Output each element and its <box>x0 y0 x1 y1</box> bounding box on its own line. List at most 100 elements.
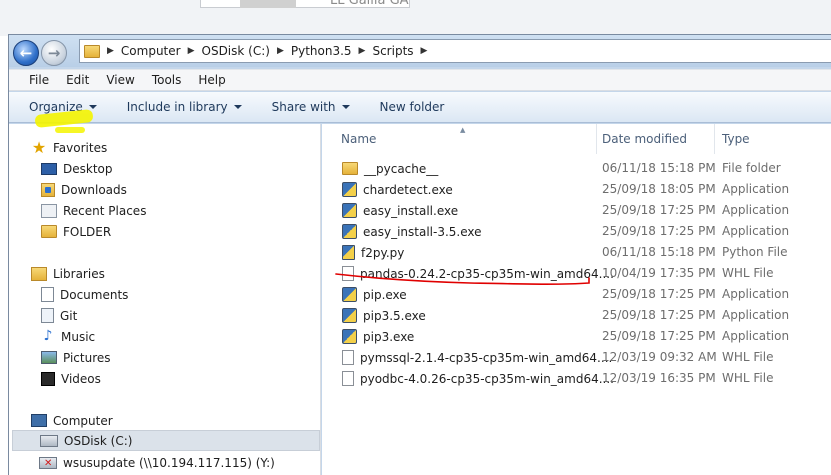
column-header-type-label: Type <box>722 132 750 146</box>
caret-down-icon <box>233 105 242 109</box>
nav-favorites[interactable]: ★ Favorites <box>31 137 107 158</box>
libraries-icon <box>31 266 47 281</box>
file-date: 25/09/18 17:25 PM <box>602 287 716 301</box>
navigation-bar: ← → ▶ Computer ▶ OSDisk (C:) ▶ Python3.5… <box>9 35 831 67</box>
python-exe-icon <box>342 308 357 323</box>
caret-down-icon <box>88 105 97 109</box>
new-folder-label: New folder <box>379 100 445 114</box>
explorer-window: ← → ▶ Computer ▶ OSDisk (C:) ▶ Python3.5… <box>8 34 831 475</box>
nav-item-label: Desktop <box>63 161 113 176</box>
computer-icon <box>31 414 47 427</box>
python-exe-icon <box>342 203 357 218</box>
new-folder-button[interactable]: New folder <box>380 100 445 114</box>
star-icon: ★ <box>31 137 47 157</box>
menu-tools[interactable]: Tools <box>152 73 182 87</box>
chevron-right-icon[interactable]: ▶ <box>359 46 366 56</box>
table-row[interactable]: f2py.py 06/11/18 15:18 PM Python File <box>322 242 831 263</box>
share-with-button[interactable]: Share with <box>272 100 350 114</box>
share-with-label: Share with <box>271 100 336 114</box>
file-date: 25/09/18 17:25 PM <box>602 203 716 217</box>
nav-item-git[interactable]: Git <box>41 305 77 326</box>
nav-item-osdisk[interactable]: OSDisk (C:) <box>12 430 320 451</box>
menu-view[interactable]: View <box>106 73 134 87</box>
arrow-right-icon: → <box>47 44 61 62</box>
pictures-icon <box>41 351 57 364</box>
forward-button[interactable]: → <box>41 40 67 66</box>
column-header-type[interactable]: Type <box>716 124 831 154</box>
file-type: Application <box>722 308 790 322</box>
address-bar[interactable]: ▶ Computer ▶ OSDisk (C:) ▶ Python3.5 ▶ S… <box>79 39 831 63</box>
table-row[interactable]: easy_install-3.5.exe 25/09/18 17:25 PM A… <box>322 221 831 242</box>
yellow-highlight-mark <box>55 127 85 133</box>
column-header-date-modified[interactable]: Date modified <box>596 124 714 154</box>
nav-libraries-label: Libraries <box>53 266 105 281</box>
file-name: pandas-0.24.2-cp35-cp35m-win_amd64.... <box>360 266 614 281</box>
table-row[interactable]: pip3.exe 25/09/18 17:25 PM Application <box>322 326 831 347</box>
file-date: 10/04/19 17:35 PM <box>602 266 716 280</box>
include-in-library-button[interactable]: Include in library <box>127 100 242 114</box>
menu-file[interactable]: File <box>29 73 49 87</box>
python-exe-icon <box>342 329 357 344</box>
chevron-right-icon[interactable]: ▶ <box>107 46 114 56</box>
whl-file-icon <box>342 350 354 365</box>
caret-down-icon <box>341 105 350 109</box>
table-row[interactable]: pip3.5.exe 25/09/18 17:25 PM Application <box>322 305 831 326</box>
table-row[interactable]: easy_install.exe 25/09/18 17:25 PM Appli… <box>322 200 831 221</box>
table-row[interactable]: chardetect.exe 25/09/18 18:05 PM Applica… <box>322 179 831 200</box>
chevron-right-icon[interactable]: ▶ <box>277 46 284 56</box>
column-divider[interactable] <box>714 124 715 154</box>
python-exe-icon <box>342 224 357 239</box>
nav-libraries[interactable]: Libraries <box>31 263 105 284</box>
nav-item-wsusupdate[interactable]: wsusupdate (\\10.194.117.115) (Y:) <box>39 452 275 473</box>
table-row[interactable]: pip.exe 25/09/18 17:25 PM Application <box>322 284 831 305</box>
file-date: 25/09/18 17:25 PM <box>602 329 716 343</box>
column-headers: ▲ Name Date modified Type <box>322 124 831 154</box>
breadcrumb-python[interactable]: Python3.5 <box>291 44 352 58</box>
nav-item-documents[interactable]: Documents <box>41 284 128 305</box>
background-text: LL Gallia GA <box>330 0 409 8</box>
documents-icon <box>41 287 54 302</box>
file-name: easy_install.exe <box>363 203 459 218</box>
menu-edit[interactable]: Edit <box>66 73 89 87</box>
breadcrumb-computer[interactable]: Computer <box>121 44 181 58</box>
include-in-library-label: Include in library <box>126 100 228 114</box>
nav-item-label: FOLDER <box>63 224 112 239</box>
nav-item-folder[interactable]: FOLDER <box>41 221 111 242</box>
navigation-pane: ★ Favorites Desktop Downloads Recent Pla… <box>9 124 321 475</box>
column-header-name-label: Name <box>341 132 377 146</box>
file-date: 25/09/18 18:05 PM <box>602 182 716 196</box>
nav-item-desktop[interactable]: Desktop <box>41 158 113 179</box>
table-row[interactable]: pyodbc-4.0.26-cp35-cp35m-win_amd64.... 1… <box>322 368 831 389</box>
nav-item-label: wsusupdate (\\10.194.117.115) (Y:) <box>63 455 275 470</box>
column-header-name[interactable]: Name <box>335 124 595 154</box>
chevron-right-icon[interactable]: ▶ <box>421 46 428 56</box>
python-file-icon <box>342 245 355 260</box>
nav-item-pictures[interactable]: Pictures <box>41 347 111 368</box>
nav-item-videos[interactable]: Videos <box>41 368 101 389</box>
nav-item-label: Git <box>60 308 78 323</box>
table-row[interactable]: pymssql-2.1.4-cp35-cp35m-win_amd64.... 1… <box>322 347 831 368</box>
menu-help[interactable]: Help <box>198 73 225 87</box>
file-name: pyodbc-4.0.26-cp35-cp35m-win_amd64.... <box>360 371 614 386</box>
file-type: Application <box>722 287 790 301</box>
nav-item-music[interactable]: ♪ Music <box>41 326 96 347</box>
nav-item-label: Downloads <box>61 182 127 197</box>
file-name: pip.exe <box>363 287 407 302</box>
file-type: WHL File <box>722 371 774 385</box>
downloads-icon <box>41 182 55 197</box>
breadcrumb-scripts[interactable]: Scripts <box>372 44 413 58</box>
chevron-right-icon[interactable]: ▶ <box>188 46 195 56</box>
breadcrumb-osdisk[interactable]: OSDisk (C:) <box>202 44 270 58</box>
disconnected-network-drive-icon <box>39 456 57 469</box>
nav-item-label: OSDisk (C:) <box>64 433 133 448</box>
back-button[interactable]: ← <box>13 40 39 66</box>
file-type: Application <box>722 203 790 217</box>
table-row[interactable]: pandas-0.24.2-cp35-cp35m-win_amd64.... 1… <box>322 263 831 284</box>
table-row[interactable]: __pycache__ 06/11/18 15:18 PM File folde… <box>322 158 831 179</box>
nav-item-downloads[interactable]: Downloads <box>41 179 127 200</box>
nav-computer[interactable]: Computer <box>31 410 113 431</box>
file-type: Application <box>722 182 790 196</box>
file-name: pip3.5.exe <box>363 308 426 323</box>
nav-item-recent-places[interactable]: Recent Places <box>41 200 146 221</box>
file-name: pip3.exe <box>363 329 415 344</box>
